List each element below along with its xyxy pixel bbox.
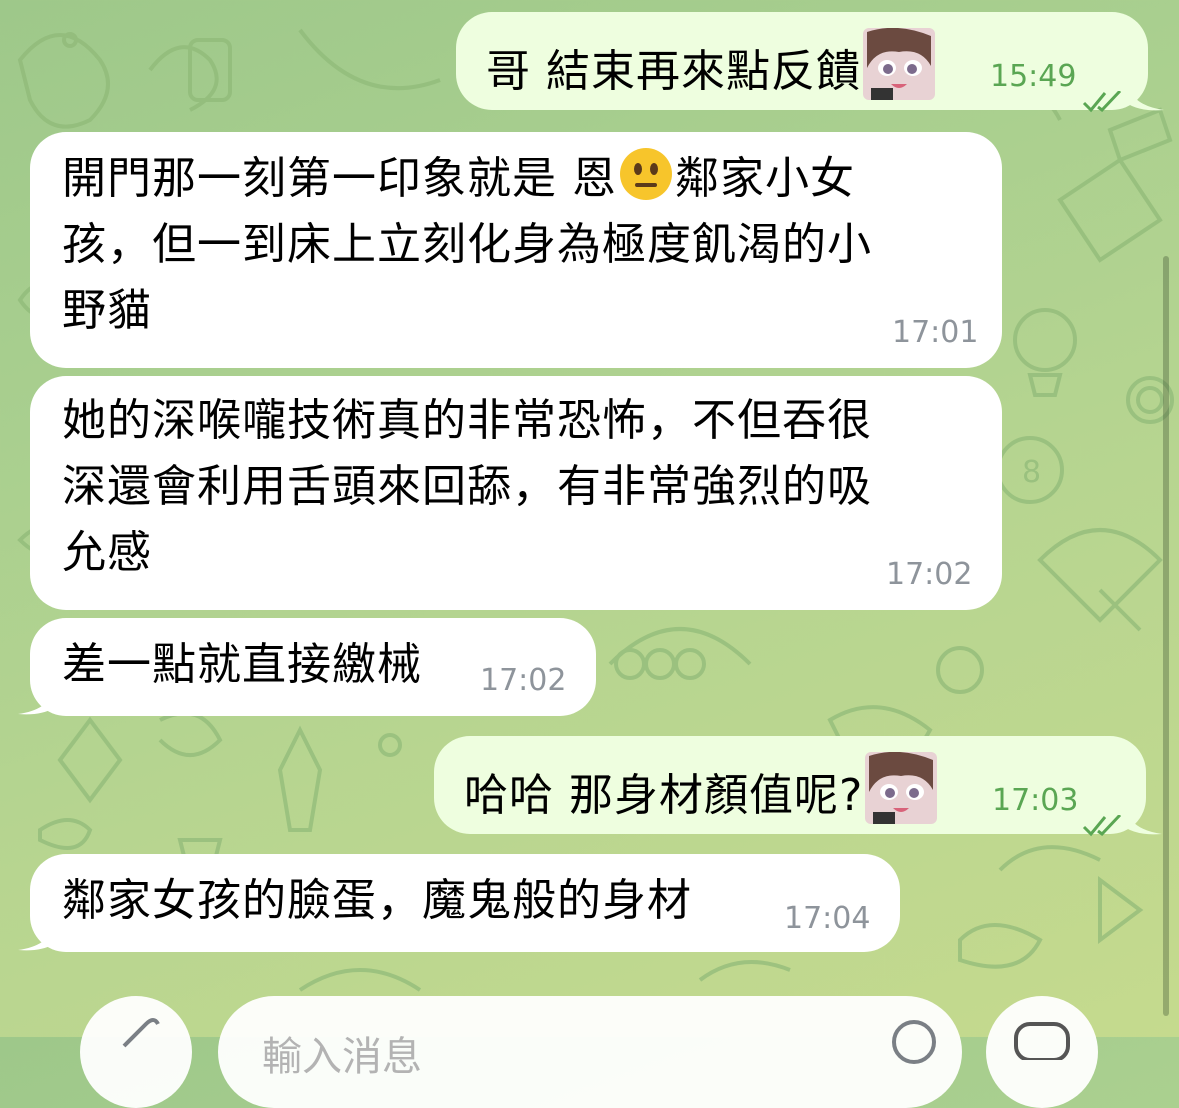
neutral-face-emoji — [619, 147, 673, 201]
message-input-bar: 輸入消息 — [0, 992, 1179, 1108]
message-text: 她的深喉嚨技術真的非常恐怖，不但吞很 — [62, 395, 872, 446]
message-bubble-incoming[interactable]: 開門那一刻第一印象就是 恩 鄰家小女 孩，但一到床上立刻化身為極度飢渴的小 野貓… — [30, 132, 1002, 368]
message-bubble-outgoing[interactable]: 哥 結束再來點反饋 15:49 — [456, 12, 1148, 113]
message-text: 哥 結束再來點反饋 — [486, 46, 861, 97]
message-text: 孩，但一到床上立刻化身為極度飢渴的小 — [62, 219, 872, 270]
message-time: 17:03 — [992, 783, 1079, 818]
attach-button[interactable] — [80, 996, 192, 1108]
paperclip-icon — [116, 1010, 160, 1058]
message-time: 17:02 — [886, 557, 973, 592]
message-bubble-incoming[interactable]: 鄰家女孩的臉蛋，魔鬼般的身材 17:04 — [30, 854, 900, 952]
message-text: 哈哈 那身材顏值呢? — [464, 770, 864, 821]
svg-text:8: 8 — [1022, 455, 1041, 490]
chat-scrollbar[interactable] — [1163, 256, 1169, 1016]
avatar-sticker — [865, 751, 938, 824]
message-time: 17:04 — [784, 901, 871, 936]
message-text: 差一點就直接繳械 — [62, 639, 422, 690]
message-bubble-outgoing[interactable]: 哈哈 那身材顏值呢? 17:03 — [434, 736, 1146, 837]
message-text: 野貓 — [62, 285, 152, 336]
message-text: 鄰家女孩的臉蛋，魔鬼般的身材 — [62, 875, 692, 926]
avatar-sticker — [863, 27, 935, 100]
voice-button[interactable] — [986, 996, 1098, 1108]
message-text: 深還會利用舌頭來回舔，有非常強烈的吸 — [62, 461, 872, 512]
emoji-icon[interactable] — [890, 1018, 938, 1070]
message-time: 17:01 — [892, 315, 979, 350]
message-input-placeholder: 輸入消息 — [262, 1034, 422, 1080]
message-time: 17:02 — [480, 663, 567, 698]
message-bubble-incoming[interactable]: 她的深喉嚨技術真的非常恐怖，不但吞很 深還會利用舌頭來回舔，有非常強烈的吸 允感… — [30, 376, 1002, 610]
message-bubble-incoming[interactable]: 差一點就直接繳械 17:02 — [30, 618, 596, 716]
message-text: 開門那一刻第一印象就是 恩 鄰家小女 — [62, 146, 1002, 212]
message-text: 允感 — [62, 527, 152, 578]
read-receipt-icon — [1082, 790, 1126, 837]
microphone-icon — [1010, 1020, 1074, 1064]
message-input[interactable]: 輸入消息 — [218, 996, 962, 1108]
message-time: 15:49 — [990, 59, 1077, 94]
read-receipt-icon — [1082, 66, 1126, 113]
